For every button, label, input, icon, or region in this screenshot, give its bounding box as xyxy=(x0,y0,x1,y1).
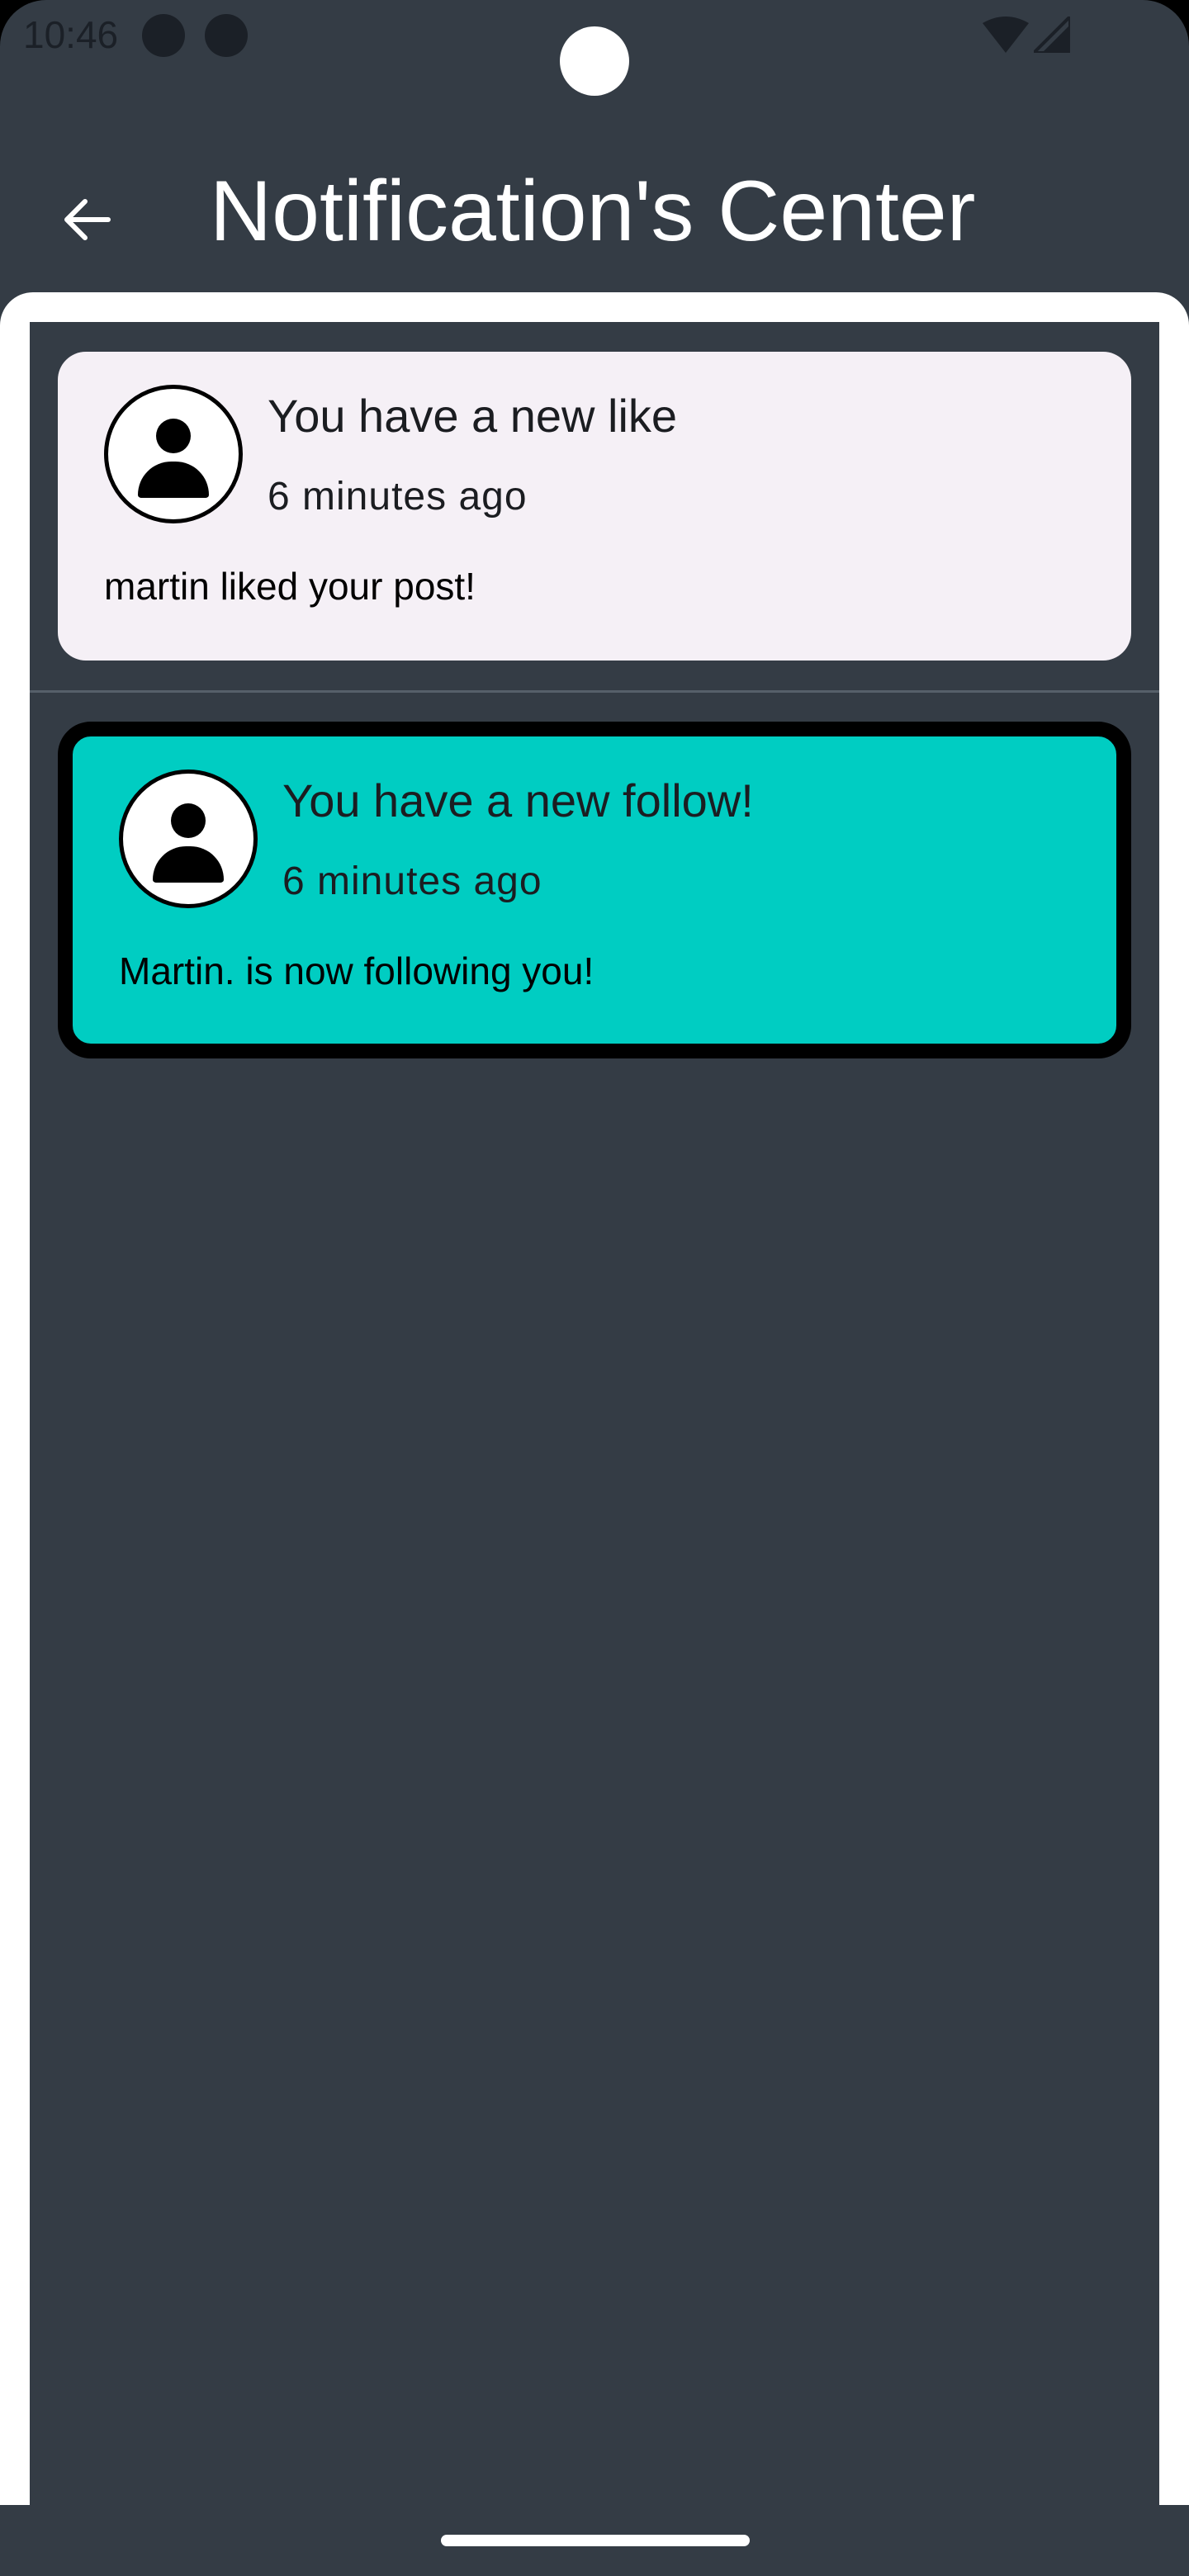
home-gesture-bar[interactable] xyxy=(441,2535,750,2546)
notification-card-like[interactable]: You have a new like 6 minutes ago martin… xyxy=(58,352,1131,661)
wifi-icon xyxy=(983,17,1029,53)
status-time: 10:46 xyxy=(23,13,119,56)
notification-time: 6 minutes ago xyxy=(282,859,542,903)
person-icon xyxy=(156,419,191,453)
content-frame: You have a new like 6 minutes ago martin… xyxy=(0,292,1189,2551)
notification-card-follow[interactable]: You have a new follow! 6 minutes ago Mar… xyxy=(58,722,1131,1058)
page-title: Notification's Center xyxy=(210,163,976,259)
notification-body: martin liked your post! xyxy=(104,565,476,608)
person-icon-body xyxy=(153,846,224,883)
camera-cutout xyxy=(560,26,629,96)
list-divider xyxy=(30,690,1159,693)
notification-list: You have a new like 6 minutes ago martin… xyxy=(30,322,1159,2551)
notification-dot-icon xyxy=(142,14,185,57)
person-icon-body xyxy=(138,462,209,498)
notification-body: Martin. is now following you! xyxy=(119,949,594,992)
notification-dot-icon xyxy=(205,14,248,57)
signal-icon xyxy=(1034,17,1070,53)
avatar xyxy=(119,769,258,908)
phone-screen: 10:46 Notification's Center You have a n xyxy=(0,0,1189,2576)
notification-title: You have a new like xyxy=(268,390,678,442)
status-icons xyxy=(983,17,1070,53)
person-icon xyxy=(171,803,206,838)
notification-title: You have a new follow! xyxy=(282,774,754,826)
avatar xyxy=(104,385,243,523)
notification-time: 6 minutes ago xyxy=(268,475,528,519)
arrow-left-icon xyxy=(64,199,111,240)
back-button[interactable] xyxy=(50,185,124,254)
